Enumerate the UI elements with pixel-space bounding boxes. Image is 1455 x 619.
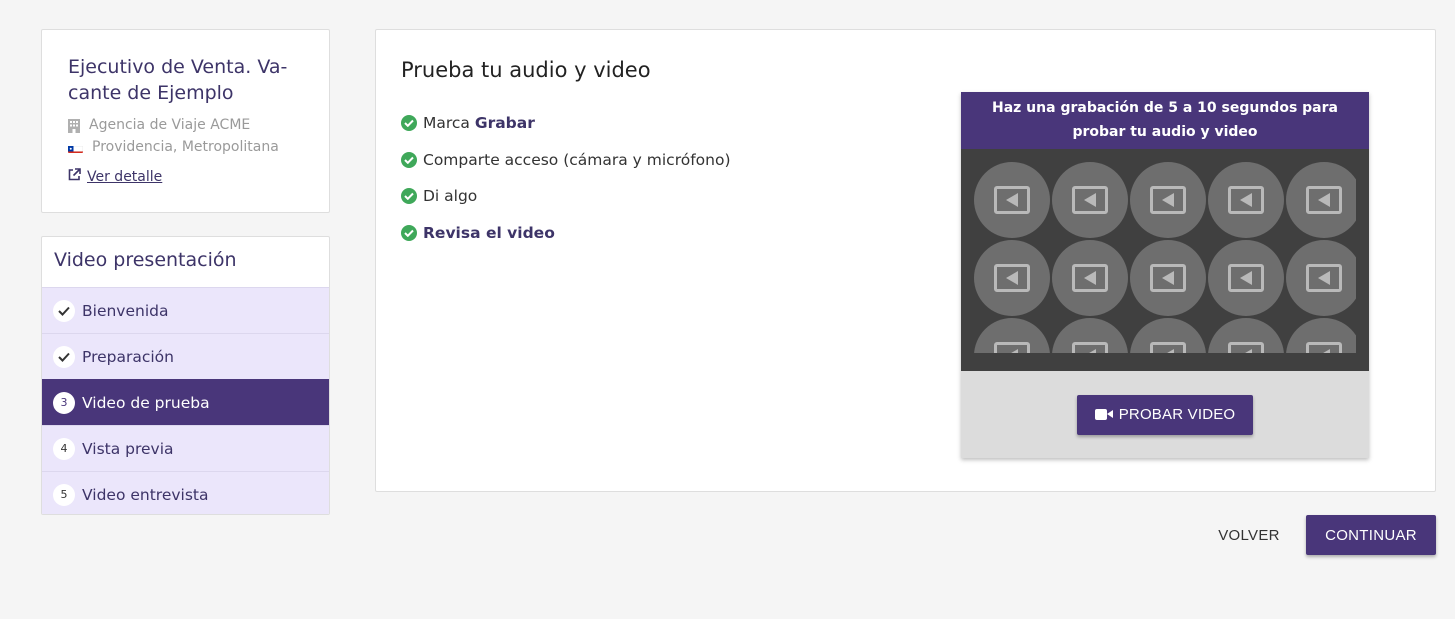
list-item: Di algo [401, 184, 731, 208]
list-item: Marca Grabar [401, 111, 731, 135]
video-instructions-header: Haz una grabación de 5 a 10 segundos par… [961, 92, 1369, 149]
step-label: Vista previa [82, 439, 174, 458]
chile-flag-icon [68, 142, 83, 153]
check-circle-icon [401, 224, 417, 241]
job-meta: Agencia de Viaje ACME Providencia, Metro… [68, 114, 303, 158]
job-title: Ejecutivo de Venta. Va- cante de Ejemplo [68, 54, 303, 106]
check-circle-icon [401, 188, 417, 204]
video-test-widget: Haz una grabación de 5 a 10 segundos par… [961, 92, 1369, 458]
video-camera-icon [1094, 409, 1113, 420]
video-placeholder-icon [1130, 318, 1206, 353]
check-icon [53, 299, 75, 322]
step-label: Video entrevista [82, 485, 209, 504]
video-preview-area [961, 149, 1369, 371]
check-circle-icon [401, 115, 417, 131]
job-card: Ejecutivo de Venta. Va- cante de Ejemplo… [41, 29, 330, 213]
list-item-text: Marca Grabar [423, 114, 535, 132]
video-placeholder-icon [1286, 240, 1356, 316]
list-item-text: Revisa el video [423, 223, 555, 242]
step-item-video-entrevista[interactable]: 5 Video entrevista [42, 471, 329, 514]
company-name: Agencia de Viaje ACME [89, 117, 251, 133]
video-placeholder-icon [1208, 240, 1284, 316]
page-title: Prueba tu audio y video [401, 58, 651, 82]
company-row: Agencia de Viaje ACME [68, 114, 303, 136]
step-item-vista-previa[interactable]: 4 Vista previa [42, 425, 329, 471]
video-placeholder-icon [974, 240, 1050, 316]
list-item: Revisa el video [401, 221, 731, 245]
step-label: Preparación [82, 347, 174, 366]
video-widget-footer: PROBAR VIDEO [961, 371, 1369, 458]
video-placeholder-icon [974, 162, 1050, 238]
check-icon [53, 345, 75, 368]
list-item: Comparte acceso (cámara y micrófono) [401, 148, 731, 172]
video-placeholder-icon [1286, 162, 1356, 238]
list-item-text: Comparte acceso (cámara y micrófono) [423, 150, 731, 169]
continue-button[interactable]: CONTINUAR [1306, 515, 1436, 555]
step-label: Video de prueba [82, 393, 210, 412]
step-number-badge: 3 [53, 391, 75, 414]
step-number-badge: 5 [53, 483, 75, 506]
video-placeholder-icon [974, 318, 1050, 353]
video-placeholder-icon [1208, 162, 1284, 238]
step-label: Bienvenida [82, 301, 169, 320]
video-placeholder-icon [1052, 162, 1128, 238]
step-item-preparacion[interactable]: Preparación [42, 333, 329, 379]
video-placeholder-icon [1208, 318, 1284, 353]
location-row: Providencia, Metropolitana [68, 136, 303, 158]
video-placeholder-icon [1130, 240, 1206, 316]
step-number-badge: 4 [53, 437, 75, 460]
test-video-button-label: PROBAR VIDEO [1118, 406, 1236, 423]
video-placeholder-icon [1052, 240, 1128, 316]
location-text: Providencia, Metropolitana [92, 139, 279, 155]
building-icon [68, 118, 80, 133]
external-link-icon [68, 168, 81, 185]
steps-card: Video presentación Bienvenida Preparació… [41, 236, 330, 515]
video-placeholder-icon [1286, 318, 1356, 353]
step-item-bienvenida[interactable]: Bienvenida [42, 287, 329, 333]
test-video-button[interactable]: PROBAR VIDEO [1076, 394, 1254, 435]
job-title-line-2: cante de Ejemplo [68, 82, 234, 104]
view-detail-label: Ver detalle [87, 168, 163, 185]
steps-title: Video presentación [54, 249, 237, 271]
back-button[interactable]: VOLVER [1208, 515, 1290, 555]
video-placeholder-icon [1052, 318, 1128, 353]
view-detail-link[interactable]: Ver detalle [68, 168, 303, 185]
video-placeholder-icon [1130, 162, 1206, 238]
video-placeholder-grid [973, 161, 1356, 353]
main-card: Prueba tu audio y video Marca Grabar Com… [375, 29, 1436, 492]
check-circle-icon [401, 151, 417, 168]
list-item-text: Di algo [423, 187, 478, 205]
instructions-list: Marca Grabar Comparte acceso (cámara y m… [401, 111, 731, 257]
step-item-video-de-prueba[interactable]: 3 Video de prueba [42, 379, 329, 425]
job-title-line-1: Ejecutivo de Venta. Va- [68, 56, 288, 78]
